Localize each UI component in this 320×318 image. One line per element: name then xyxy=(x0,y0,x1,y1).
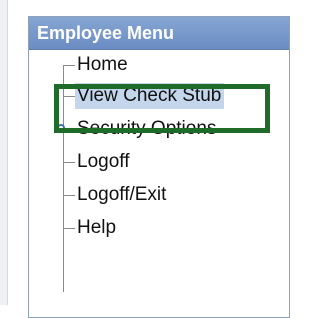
menu-item-label[interactable]: Logoff xyxy=(77,149,129,175)
panel-title: Employee Menu xyxy=(29,17,289,50)
tree-branch-line xyxy=(63,195,75,196)
menu-item-label[interactable]: Help xyxy=(77,215,116,241)
tree-branch-line xyxy=(63,65,75,66)
employee-menu-panel: Employee Menu Home View Check Stub Secur… xyxy=(28,16,290,318)
tree-branch-line xyxy=(63,228,75,229)
menu-item-label[interactable]: Logoff/Exit xyxy=(77,182,166,208)
screen: Employee Menu Home View Check Stub Secur… xyxy=(0,0,290,318)
menu-item-label[interactable]: Home xyxy=(77,52,128,78)
highlight-frame xyxy=(54,84,270,133)
tree-branch-line xyxy=(63,162,75,163)
left-window-edge xyxy=(0,0,8,305)
